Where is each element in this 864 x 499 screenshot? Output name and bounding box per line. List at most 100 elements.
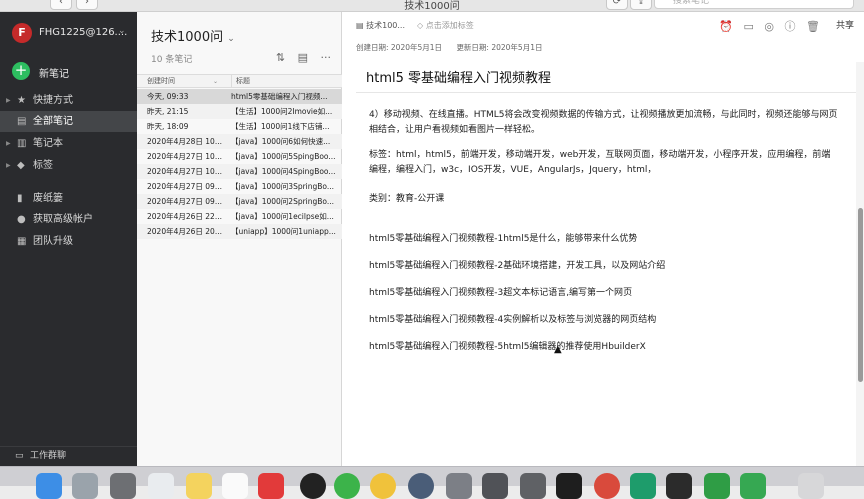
note-tags-text[interactable]: 标签：html，html5，前端开发，移动端开发，web开发，互联网页面，移动端… (369, 148, 839, 178)
sidebar-item-label: 标签 (33, 160, 53, 171)
pycharm-icon[interactable] (630, 473, 656, 499)
new-note-button[interactable]: + 新笔记 (12, 62, 132, 82)
wechat-icon[interactable] (334, 473, 360, 499)
notes-list-pane: 技术1000问 ⌄ 10 条笔记 ⇅ ▤ ··· 创建时间 ⌄ 标题 今天, 0… (137, 12, 342, 466)
add-tag-button[interactable]: ◇ 点击添加标签 (417, 20, 474, 31)
present-icon[interactable]: ▭ (744, 20, 754, 33)
add-tag-label: 点击添加标签 (425, 21, 474, 30)
new-note-label: 新笔记 (39, 69, 69, 80)
note-row-title: 【生活】1000问2Imovie如... (231, 107, 333, 116)
disclosure-icon[interactable]: ▶ (6, 90, 11, 111)
app-green-icon[interactable] (740, 473, 766, 499)
view-options-icon[interactable]: ▤ (298, 51, 308, 64)
divider (356, 92, 861, 93)
note-row-date: 2020年4月27日 10... (147, 167, 222, 176)
note-row-title: 【java】1000问3SpringBo... (231, 182, 335, 191)
note-row[interactable]: 2020年4月27日 09... 【java】1000问2SpringBo... (137, 194, 342, 209)
tag-icon: ◆ (17, 160, 25, 171)
note-row-title: 【java】1000问2SpringBo... (231, 197, 335, 206)
sidebar-item-notebooks[interactable]: ▶ ▥ 笔记本 (0, 133, 137, 154)
app-dark-icon[interactable] (520, 473, 546, 499)
lesson-line[interactable]: html5零基础编程入门视频教程-5html5编辑器的推荐使用HbuilderX (369, 339, 646, 352)
terminal-icon[interactable] (556, 473, 582, 499)
team-icon: ▦ (17, 236, 27, 247)
work-chat-label: 工作群聊 (30, 451, 67, 461)
column-header-created[interactable]: 创建时间 (147, 75, 175, 88)
note-row[interactable]: 今天, 09:33 html5零基础编程入门视频... (137, 89, 342, 104)
note-notebook-selector[interactable]: ▤ 技术100... (356, 20, 405, 31)
work-chat-button[interactable]: ▭ 工作群聊 (0, 446, 137, 466)
sort-icon[interactable]: ⇅ (276, 51, 285, 64)
search-input[interactable]: 搜索笔记 (654, 0, 854, 9)
created-date: 创建日期: 2020年5月1日 (356, 43, 443, 52)
calendar-icon[interactable] (222, 473, 248, 499)
trash-icon[interactable]: 🗑 (806, 20, 820, 33)
trash-bin-icon[interactable] (798, 473, 824, 499)
scrollbar-thumb[interactable] (858, 208, 863, 382)
chrome-icon[interactable] (594, 473, 620, 499)
note-editor: ▤ 技术100... ◇ 点击添加标签 创建日期: 2020年5月1日 更新日期… (342, 12, 864, 466)
finder-icon[interactable] (36, 473, 62, 499)
sidebar-item-all-notes[interactable]: ▤ 全部笔记 (0, 111, 137, 132)
evernote-icon[interactable] (704, 473, 730, 499)
share-button[interactable]: 共享 (836, 18, 854, 31)
lesson-line[interactable]: html5零基础编程入门视频教程-3超文本标记语言,编写第一个网页 (369, 285, 632, 298)
chat-icon[interactable]: ◎ (764, 20, 774, 33)
sidebar-item-label: 全部笔记 (33, 116, 73, 127)
note-row[interactable]: 昨天, 21:15 【生活】1000问2Imovie如... (137, 104, 342, 119)
note-row-date: 昨天, 21:15 (147, 107, 189, 116)
note-row[interactable]: 2020年4月26日 20... 【uniapp】1000问1uniapp... (137, 224, 342, 239)
sidebar-item-label: 笔记本 (33, 138, 63, 149)
note-row[interactable]: 2020年4月27日 09... 【java】1000问3SpringBo... (137, 179, 342, 194)
note-title[interactable]: html5 零基础编程入门视频教程 (366, 67, 551, 86)
lesson-line[interactable]: html5零基础编程入门视频教程-2基础环境搭建，开发工具，以及网站介绍 (369, 258, 665, 271)
lesson-line[interactable]: html5零基础编程入门视频教程-4实例解析以及标签与浏览器的网页结构 (369, 312, 656, 325)
screen-capture-icon[interactable] (482, 473, 508, 499)
qq-icon[interactable] (300, 473, 326, 499)
disclosure-icon[interactable]: ▶ (6, 155, 11, 176)
note-row[interactable]: 2020年4月26日 22... 【java】1000问1ecilpse如... (137, 209, 342, 224)
note-row-date: 2020年4月26日 22... (147, 212, 222, 221)
sync-button[interactable]: ⟳ (606, 0, 628, 10)
lesson-line[interactable]: html5零基础编程入门视频教程-1html5是什么，能够带来什么优势 (369, 231, 637, 244)
app-black-icon[interactable] (666, 473, 692, 499)
sidebar-item-label: 废纸篓 (33, 193, 63, 204)
sidebar-item-shortcuts[interactable]: ▶ ★ 快捷方式 (0, 90, 137, 111)
note-row-date: 今天, 09:33 (147, 92, 189, 101)
notes-app-icon[interactable] (186, 473, 212, 499)
column-header-title[interactable]: 标题 (231, 75, 250, 88)
note-row-date: 2020年4月27日 09... (147, 197, 222, 206)
note-actions: ⏰ ▭ ◎ ⓘ 🗑 (712, 18, 820, 34)
app-blue-icon[interactable] (408, 473, 434, 499)
chat-icon: ▭ (15, 451, 24, 461)
contacts-icon[interactable] (148, 473, 174, 499)
sidebar-item-trash[interactable]: ▮ 废纸篓 (0, 188, 137, 209)
note-category-text[interactable]: 类别：教育-公开课 (369, 191, 444, 204)
disclosure-icon[interactable]: ▶ (6, 133, 11, 154)
note-paragraph[interactable]: 4）移动视频、在线直播。HTML5将会改变视频数据的传输方式，让视频播放更加流畅… (369, 108, 839, 138)
note-row[interactable]: 2020年4月27日 10... 【java】1000问4SpingBoo... (137, 164, 342, 179)
note-row[interactable]: 昨天, 18:09 【生活】1000问1线下店铺... (137, 119, 342, 134)
sidebar-item-upgrade[interactable]: ● 获取高级帐户 (0, 209, 137, 230)
notebook-title[interactable]: 技术1000问 ⌄ (151, 26, 235, 45)
app-red-icon[interactable] (258, 473, 284, 499)
account-switcher[interactable]: F FHG1225@126.... ⌄ (12, 23, 132, 45)
mouse-cursor-icon: ▲ (554, 344, 562, 355)
launchpad-icon[interactable] (72, 473, 98, 499)
info-icon[interactable]: ⓘ (785, 20, 796, 33)
scrollbar[interactable] (856, 62, 864, 466)
sidebar-item-tags[interactable]: ▶ ◆ 标签 (0, 155, 137, 176)
note-row[interactable]: 2020年4月27日 10... 【java】1000问5SpingBoo... (137, 149, 342, 164)
system-preferences-icon[interactable] (110, 473, 136, 499)
sketch-icon[interactable] (370, 473, 396, 499)
more-icon[interactable]: ··· (321, 51, 332, 64)
dock (0, 466, 864, 499)
note-row[interactable]: 2020年4月28日 10... 【java】1000问6如何快速... (137, 134, 342, 149)
window-titlebar: ‹ › 技术1000问 ⟳ ⇪ 搜索笔记 (0, 0, 864, 12)
sidebar-item-team[interactable]: ▦ 团队升级 (0, 231, 137, 252)
share-toolbar-button[interactable]: ⇪ (630, 0, 652, 10)
app-gray-icon[interactable] (446, 473, 472, 499)
reminder-icon[interactable]: ⏰ (719, 20, 733, 33)
note-icon: ▤ (17, 116, 27, 127)
updated-date: 更新日期: 2020年5月1日 (456, 43, 543, 52)
